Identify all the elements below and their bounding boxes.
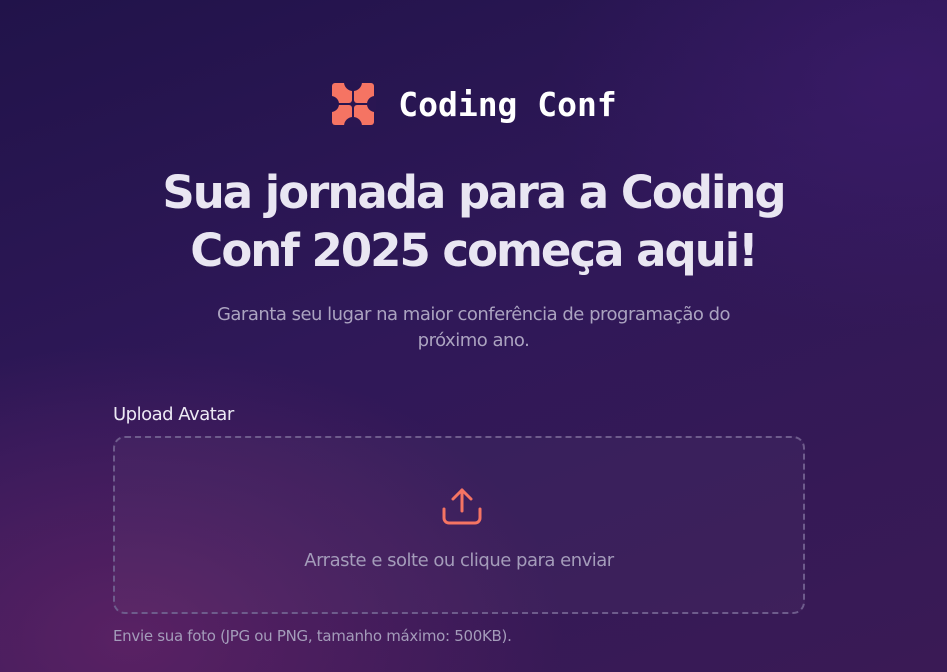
headline-line-2: Conf 2025 começa aqui!: [190, 224, 758, 277]
upload-icon: [442, 488, 482, 525]
upload-hint: Envie sua foto (JPG ou PNG, tamanho máxi…: [113, 627, 512, 645]
subtitle-line-1: Garanta seu lugar na maior conferência d…: [216, 304, 731, 325]
brand-name: Coding Conf: [398, 84, 617, 124]
page-title: Sua jornada para a Coding Conf 2025 come…: [0, 164, 947, 280]
headline-line-1: Sua jornada para a Coding: [162, 166, 786, 219]
coding-conf-logo-icon: [330, 81, 377, 127]
logo: Coding Conf: [0, 80, 947, 128]
subtitle-line-2: próximo ano.: [417, 330, 530, 351]
dropzone-instructions: Arraste e solte ou clique para enviar: [304, 550, 614, 571]
page-subtitle: Garanta seu lugar na maior conferência d…: [0, 302, 947, 354]
avatar-dropzone[interactable]: Arraste e solte ou clique para enviar: [113, 436, 805, 614]
upload-avatar-label: Upload Avatar: [113, 404, 234, 425]
